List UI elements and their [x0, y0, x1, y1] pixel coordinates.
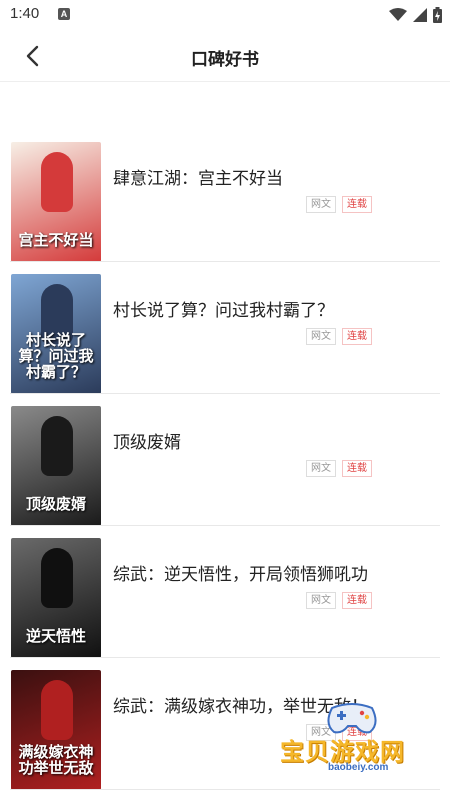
- tag-group: 网文 连载: [306, 328, 372, 345]
- app-bar: 口碑好书: [0, 30, 450, 82]
- book-item[interactable]: 逆天悟性 综武：逆天悟性，开局领悟狮吼功 网文 连载: [0, 526, 450, 658]
- cover-title: 村长说了算？问过我村霸了？: [18, 331, 94, 381]
- watermark-url: baobeiy.com: [328, 762, 389, 773]
- book-title[interactable]: 综武：逆天悟性，开局领悟狮吼功: [113, 561, 390, 589]
- genre-tag: 网文: [306, 460, 336, 477]
- book-item[interactable]: 宫主不好当 肆意江湖：宫主不好当 网文 连载: [0, 130, 450, 262]
- gamepad-logo-icon: [327, 703, 377, 734]
- cover-figure: [41, 548, 73, 608]
- book-cover[interactable]: 宫主不好当: [11, 142, 101, 262]
- cover-title: 逆天悟性: [25, 627, 86, 645]
- tag-group: 网文 连载: [306, 196, 372, 213]
- book-cover[interactable]: 顶级废婿: [11, 406, 101, 526]
- status-time: 1:40: [10, 5, 40, 22]
- genre-tag: 网文: [306, 592, 336, 609]
- cover-title: 满级嫁衣神功举世无敌: [18, 743, 94, 777]
- book-title[interactable]: 顶级废婿: [113, 429, 390, 457]
- status-tag: 连载: [342, 592, 372, 609]
- signal-icon: [413, 8, 427, 22]
- status-tag: 连载: [342, 196, 372, 213]
- book-item[interactable]: 顶级废婿 顶级废婿 网文 连载: [0, 394, 450, 526]
- cover-title: 顶级废婿: [25, 495, 86, 513]
- book-title[interactable]: 村长说了算？问过我村霸了？: [113, 297, 390, 325]
- genre-tag: 网文: [306, 196, 336, 213]
- wifi-icon: [389, 8, 407, 21]
- status-tag: 连载: [342, 328, 372, 345]
- status-icons: [389, 6, 442, 24]
- page-title: 口碑好书: [191, 50, 259, 69]
- battery-icon: [433, 7, 442, 23]
- book-list: 宫主不好当 肆意江湖：宫主不好当 网文 连载 村长说了算？问过我村霸了？ 村长说…: [0, 130, 450, 790]
- notification-icon: A: [58, 8, 70, 20]
- tag-group: 网文 连载: [306, 592, 372, 609]
- book-cover[interactable]: 村长说了算？问过我村霸了？: [11, 274, 101, 394]
- book-item[interactable]: 村长说了算？问过我村霸了？ 村长说了算？问过我村霸了？ 网文 连载: [0, 262, 450, 394]
- genre-tag: 网文: [306, 328, 336, 345]
- cover-title: 宫主不好当: [18, 231, 94, 249]
- book-cover[interactable]: 逆天悟性: [11, 538, 101, 658]
- status-bar: 1:40 A: [0, 0, 450, 30]
- tag-group: 网文 连载: [306, 460, 372, 477]
- cover-figure: [41, 152, 73, 212]
- book-title[interactable]: 肆意江湖：宫主不好当: [113, 165, 390, 193]
- cover-figure: [41, 416, 73, 476]
- cover-figure: [41, 680, 73, 740]
- book-cover[interactable]: 满级嫁衣神功举世无敌: [11, 670, 101, 790]
- watermark: 宝贝游戏网 baobeiy.com: [276, 700, 426, 790]
- status-tag: 连载: [342, 460, 372, 477]
